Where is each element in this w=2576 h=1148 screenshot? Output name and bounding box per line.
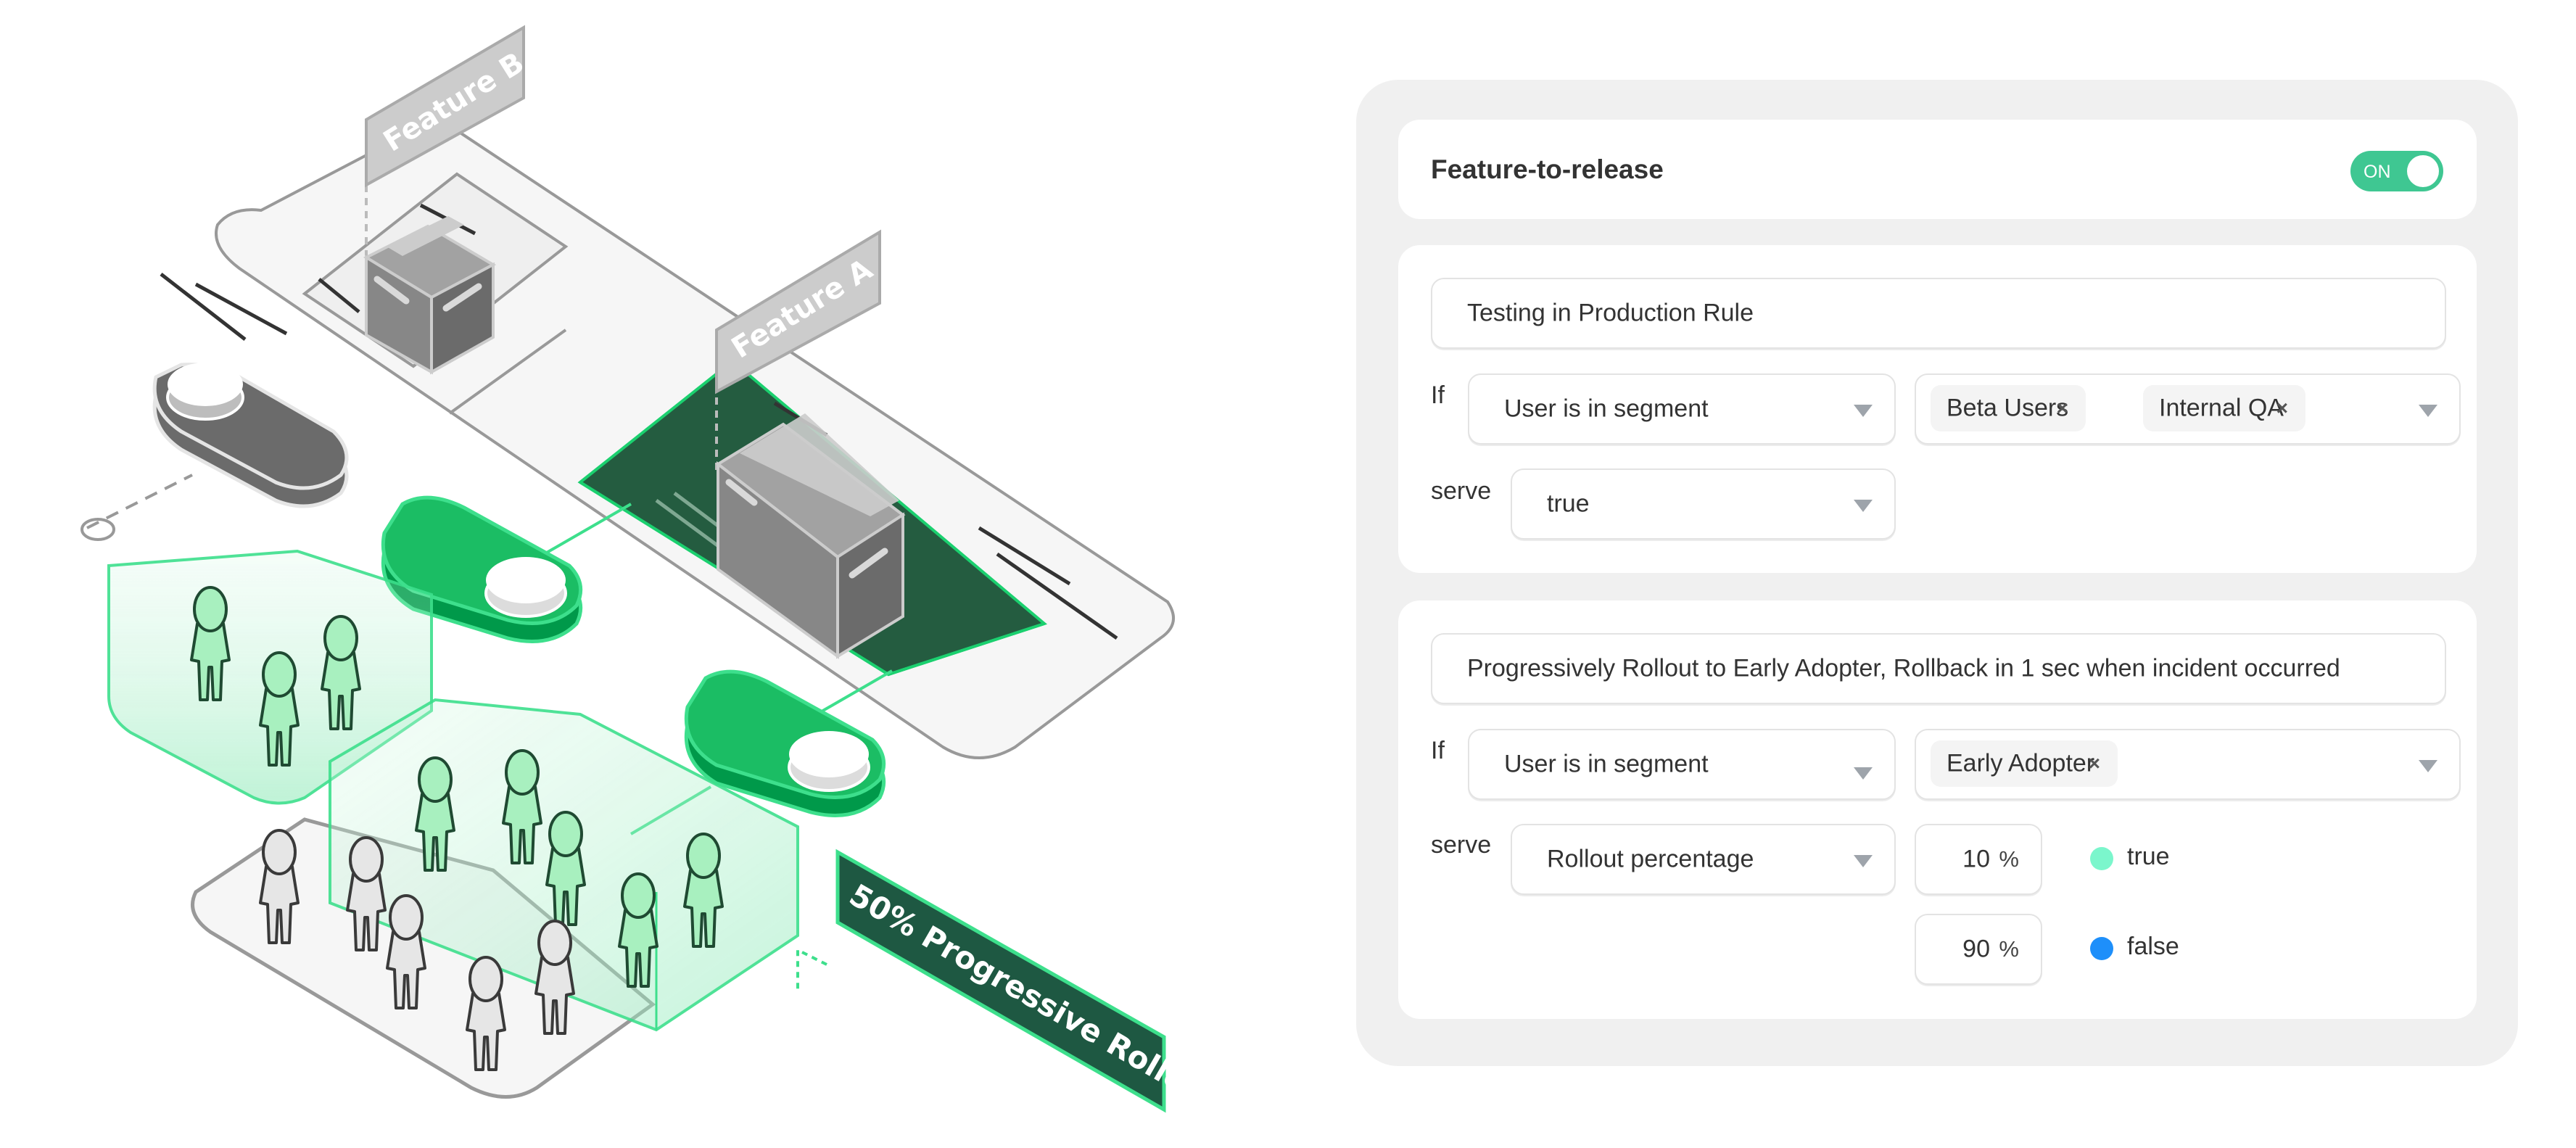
- feature-flag-panel: Feature-to-release ON Testing in Product…: [1356, 80, 2518, 1066]
- caret-down-icon: [1854, 767, 1873, 780]
- segment-chip: Beta Users ×: [1931, 385, 2086, 431]
- caret-down-icon: [1854, 855, 1873, 867]
- caret-down-icon: [2419, 760, 2437, 772]
- variation-true-label: true: [2127, 843, 2170, 870]
- condition-value: User is in segment: [1504, 395, 1709, 423]
- serve-label: serve: [1431, 477, 1492, 505]
- serve-value: true: [1547, 490, 1590, 518]
- remove-icon[interactable]: ×: [2276, 397, 2288, 420]
- variation-false-label: false: [2127, 933, 2179, 960]
- segments-multiselect[interactable]: Beta Users × Internal QA ×: [1915, 373, 2461, 445]
- rule-name-input[interactable]: Progressively Rollout to Early Adopter, …: [1431, 633, 2446, 704]
- rollout-percent-value: 10: [1962, 845, 1990, 873]
- caret-down-icon: [1854, 405, 1873, 417]
- percent-unit: %: [1999, 846, 2019, 872]
- rule-name-input[interactable]: Testing in Production Rule: [1431, 278, 2446, 349]
- percent-unit: %: [1999, 936, 2019, 962]
- if-label: If: [1431, 737, 1445, 764]
- segment-chip-label: Internal QA: [2159, 394, 2284, 422]
- variation-false-dot: [2090, 937, 2113, 960]
- condition-select[interactable]: User is in segment: [1468, 373, 1896, 445]
- rule-name-text: Progressively Rollout to Early Adopter, …: [1467, 654, 2340, 682]
- variation-true-dot: [2090, 847, 2113, 870]
- toggle-state-label: ON: [2364, 162, 2391, 182]
- rollout-percent-input-true[interactable]: 10 %: [1915, 824, 2042, 895]
- rule-card-2: Progressively Rollout to Early Adopter, …: [1398, 600, 2477, 1019]
- segment-chip: Early Adopter ×: [1931, 740, 2118, 787]
- serve-select[interactable]: Rollout percentage: [1511, 824, 1896, 895]
- rollout-percent-input-false[interactable]: 90 %: [1915, 914, 2042, 985]
- toggle-off-graphic: [80, 363, 349, 541]
- serve-select[interactable]: true: [1511, 468, 1896, 540]
- segment-chip-label: Early Adopter: [1947, 749, 2095, 777]
- remove-icon[interactable]: ×: [2057, 397, 2068, 420]
- flag-header-card: Feature-to-release ON: [1398, 120, 2477, 219]
- rollout-percent-value: 90: [1962, 935, 1990, 963]
- remove-icon[interactable]: ×: [2089, 752, 2100, 775]
- condition-select[interactable]: User is in segment: [1468, 729, 1896, 800]
- rollout-banner-label: 50% Progressive Rollout: [843, 877, 1224, 1118]
- rule-card-1: Testing in Production Rule If User is in…: [1398, 245, 2477, 573]
- caret-down-icon: [2419, 405, 2437, 417]
- serve-label: serve: [1431, 831, 1492, 859]
- segment-chip: Internal QA ×: [2143, 385, 2305, 431]
- segments-multiselect[interactable]: Early Adopter ×: [1915, 729, 2461, 800]
- segment-chip-label: Beta Users: [1947, 394, 2069, 422]
- feature-flag-name: Feature-to-release: [1431, 154, 1664, 184]
- rollout-banner: 50% Progressive Rollout: [796, 848, 1224, 1118]
- toggle-knob: [2407, 155, 2439, 187]
- feature-rollout-illustration: Feature B Feature A 50% Progressive Roll…: [0, 0, 1233, 1148]
- condition-value: User is in segment: [1504, 750, 1709, 778]
- rule-name-text: Testing in Production Rule: [1467, 299, 1754, 327]
- flag-enabled-toggle[interactable]: ON: [2350, 151, 2443, 191]
- caret-down-icon: [1854, 500, 1873, 512]
- serve-value: Rollout percentage: [1547, 845, 1754, 873]
- if-label: If: [1431, 381, 1445, 409]
